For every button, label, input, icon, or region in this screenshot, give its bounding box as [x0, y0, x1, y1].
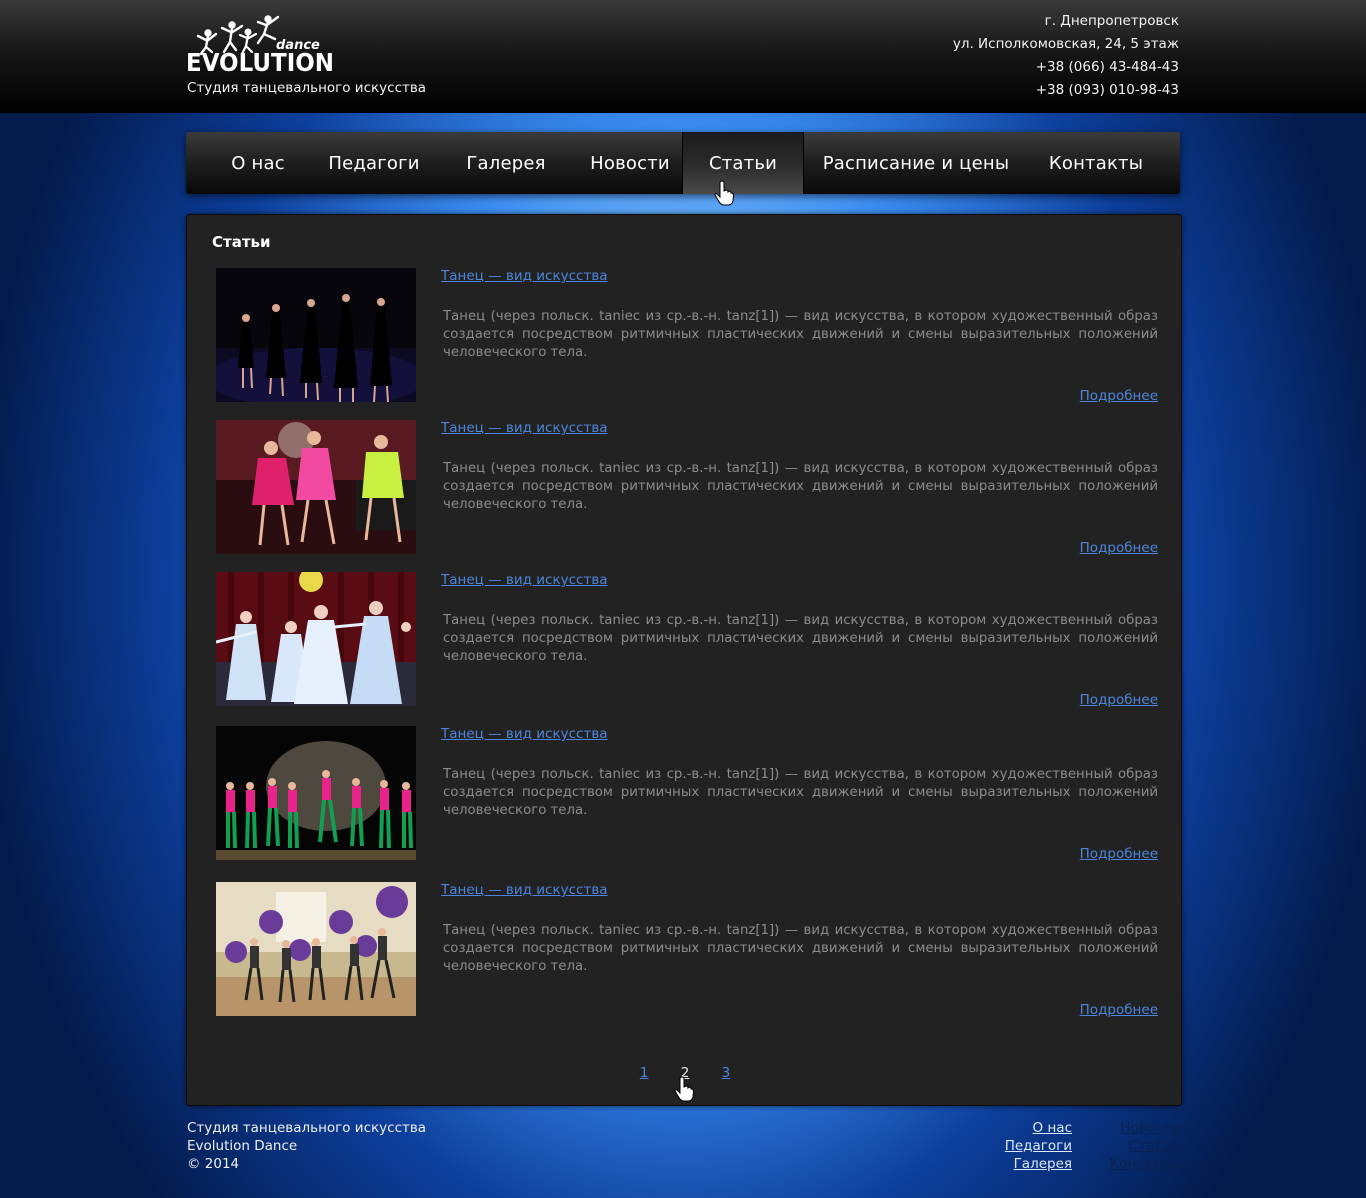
footer-brand-line: Evolution Dance [187, 1138, 298, 1154]
contact-phone-2: +38 (093) 010-98-43 [1035, 82, 1179, 98]
fitball-class-photo[interactable] [216, 882, 416, 1016]
article-item: Танец — вид искусства Танец (через польс… [216, 882, 1158, 1022]
nav-item-gallery[interactable]: Галерея [434, 132, 578, 194]
hand-cursor-icon [674, 1076, 694, 1102]
footer-copyright: © 2014 [187, 1156, 240, 1172]
article-item: Танец — вид искусства Танец (через польс… [216, 420, 1158, 560]
article-title-link[interactable]: Танец — вид искусства [441, 882, 608, 898]
article-excerpt: Танец (через польск. taniec из ср.-в.-н.… [443, 923, 1158, 974]
footer-links-col-1: О нас Педагоги Галерея [1005, 1119, 1072, 1173]
girls-white-dresses-stage-photo[interactable] [216, 572, 416, 706]
article-excerpt: Танец (через польск. taniec из ср.-в.-н.… [443, 767, 1158, 818]
footer-link-articles[interactable]: Статьи [1110, 1137, 1179, 1155]
footer-links-col-2: Новости Статьи Контакты [1110, 1119, 1179, 1173]
article-title-link[interactable]: Танец — вид искусства [441, 572, 608, 588]
dancers-black-dresses-photo[interactable] [216, 268, 416, 402]
footer-link-gallery[interactable]: Галерея [1005, 1155, 1072, 1173]
read-more-link[interactable]: Подробнее [1080, 692, 1158, 708]
page-link-1[interactable]: 1 [640, 1065, 649, 1081]
footer-studio-line: Студия танцевального искусства [187, 1120, 427, 1136]
article-excerpt: Танец (через польск. taniec из ср.-в.-н.… [443, 309, 1158, 360]
dancers-pink-dresses-photo[interactable] [216, 420, 416, 554]
page-link-3[interactable]: 3 [722, 1065, 731, 1081]
footer-link-contacts[interactable]: Контакты [1110, 1155, 1179, 1173]
article-item: Танец — вид искусства Танец (через польс… [216, 268, 1158, 408]
content-panel: Статьи Танец — вид искусства Танец (чере… [186, 214, 1182, 1106]
read-more-link[interactable]: Подробнее [1080, 846, 1158, 862]
nav-item-articles[interactable]: Статьи [682, 132, 804, 194]
article-excerpt: Танец (через польск. taniec из ср.-в.-н.… [443, 461, 1158, 512]
nav-item-news[interactable]: Новости [578, 132, 682, 194]
logo-evolution-text: EVOLUTION [186, 48, 334, 74]
site-header: dance EVOLUTION Студия танцевального иск… [0, 0, 1366, 113]
girls-pink-green-costumes-photo[interactable] [216, 726, 416, 860]
article-item: Танец — вид искусства Танец (через польс… [216, 726, 1158, 866]
nav-item-schedule[interactable]: Расписание и цены [804, 132, 1028, 194]
hand-cursor-icon [714, 180, 734, 206]
article-title-link[interactable]: Танец — вид искусства [441, 420, 608, 436]
page-title: Статьи [212, 233, 271, 251]
contact-city: г. Днепропетровск [1044, 13, 1179, 29]
nav-item-about[interactable]: О нас [202, 132, 314, 194]
nav-item-teachers[interactable]: Педагоги [314, 132, 434, 194]
read-more-link[interactable]: Подробнее [1080, 1002, 1158, 1018]
main-nav: О нас Педагоги Галерея Новости Статьи Ра… [186, 132, 1180, 194]
read-more-link[interactable]: Подробнее [1080, 388, 1158, 404]
evolution-dance-logo[interactable]: dance EVOLUTION [186, 12, 336, 74]
article-title-link[interactable]: Танец — вид искусства [441, 726, 608, 742]
contact-phone-1: +38 (066) 43-484-43 [1035, 59, 1179, 75]
header-slogan: Студия танцевального искусства [187, 80, 427, 96]
article-excerpt: Танец (через польск. taniec из ср.-в.-н.… [443, 613, 1158, 664]
header-contacts: г. Днепропетровск ул. Исполкомовская, 24… [953, 10, 1179, 102]
footer-link-teachers[interactable]: Педагоги [1005, 1137, 1072, 1155]
contact-address: ул. Исполкомовская, 24, 5 этаж [952, 36, 1179, 52]
article-title-link[interactable]: Танец — вид искусства [441, 268, 608, 284]
footer-info: Студия танцевального искусства Evolution… [187, 1119, 426, 1173]
article-item: Танец — вид искусства Танец (через польс… [216, 572, 1158, 712]
footer-link-about[interactable]: О нас [1005, 1119, 1072, 1137]
nav-item-contacts[interactable]: Контакты [1028, 132, 1164, 194]
footer-link-news[interactable]: Новости [1110, 1119, 1179, 1137]
read-more-link[interactable]: Подробнее [1080, 540, 1158, 556]
